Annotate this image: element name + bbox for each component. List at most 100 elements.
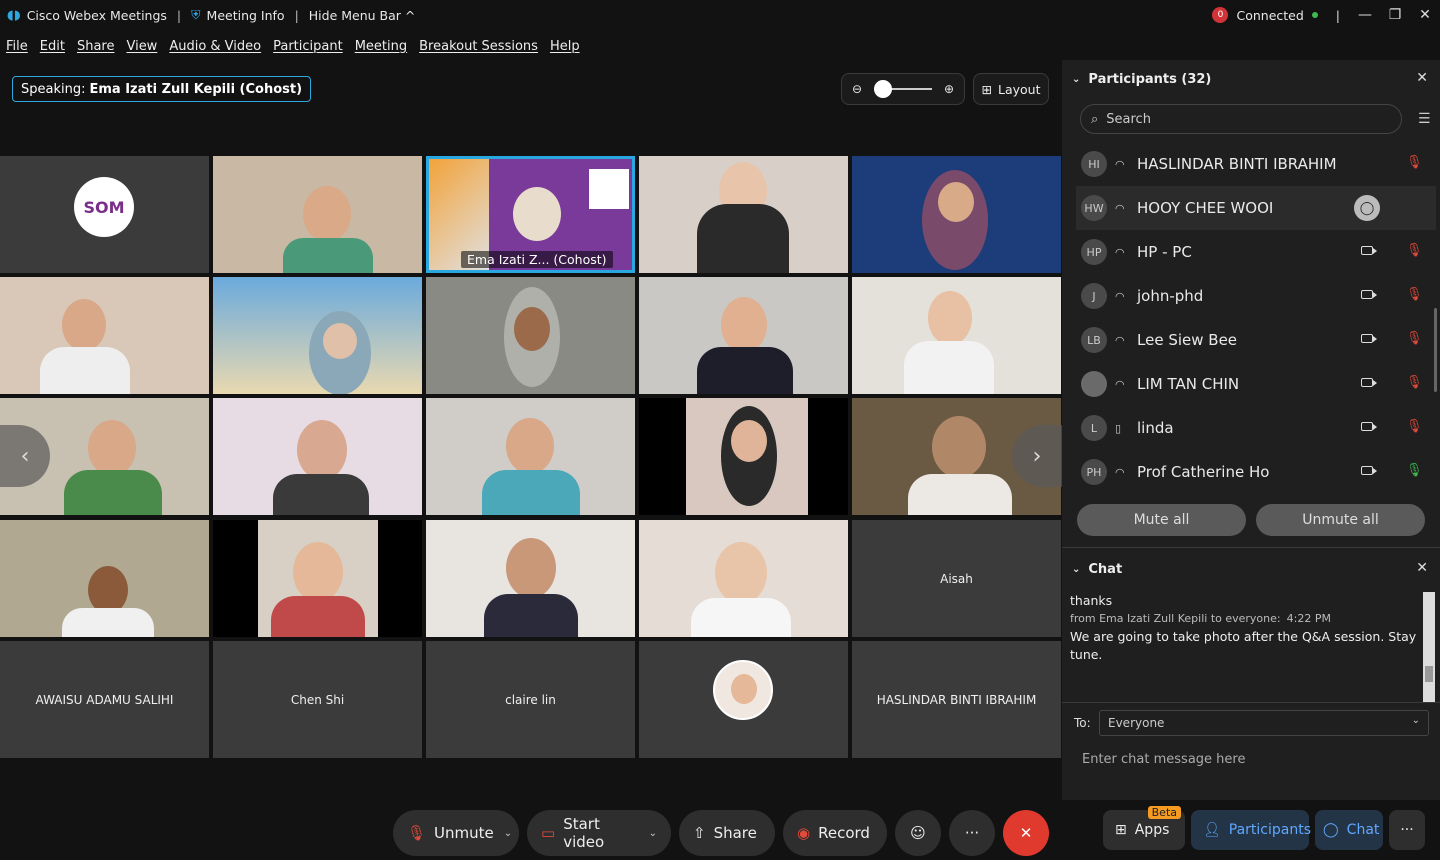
share-button[interactable]: ⇧ Share (679, 810, 775, 856)
chevron-down-icon[interactable]: ⌄ (504, 828, 512, 839)
zoom-slider[interactable] (873, 80, 932, 98)
name-tile[interactable]: AWAISU ADAMU SALIHI (0, 641, 209, 758)
recipient-select[interactable]: Everyone ⌄ (1099, 710, 1429, 736)
video-tile[interactable] (426, 520, 635, 637)
headset-icon: ◠ (1115, 245, 1125, 259)
menu-audio-video[interactable]: Audio & Video (169, 39, 261, 54)
participant-row[interactable]: HP ◠ HP - PC 🎙︎ (1076, 230, 1436, 274)
menu-help[interactable]: Help (550, 39, 580, 54)
share-icon: ⇧ (693, 824, 706, 842)
participant-list-scrollbar[interactable] (1434, 308, 1437, 392)
video-tile[interactable] (0, 520, 209, 637)
video-icon[interactable] (1361, 246, 1377, 255)
participant-row[interactable]: L ▯ linda 🎙︎ (1076, 406, 1436, 450)
video-tile-active-speaker[interactable]: Ema Izati Z... (Cohost) (426, 156, 635, 273)
search-icon: ⌕ (1091, 111, 1099, 127)
video-tile[interactable] (426, 277, 635, 394)
mic-on-icon[interactable]: 🎙︎ (1406, 463, 1423, 478)
name-tile[interactable]: Chen Shi (213, 641, 422, 758)
name-tile[interactable]: Aisah (852, 520, 1061, 637)
close-participants-icon[interactable]: ✕ (1416, 70, 1428, 86)
reactions-button[interactable]: ☺ (895, 810, 941, 856)
participant-row[interactable]: J ◠ john-phd 🎙︎ (1076, 274, 1436, 318)
mic-muted-icon[interactable]: 🎙︎ (1406, 375, 1423, 390)
connection-status: Connected (1236, 7, 1304, 23)
participants-header[interactable]: ⌄ Participants (32) (1072, 72, 1211, 87)
minimize-icon[interactable]: — (1350, 7, 1380, 23)
video-tile[interactable] (852, 277, 1061, 394)
chat-bubble-icon[interactable]: ◯ (1354, 195, 1380, 221)
zoom-out-icon[interactable]: ⊖ (852, 82, 862, 96)
participant-search[interactable]: ⌕ Search (1080, 104, 1402, 134)
more-panels-button[interactable]: ··· (1389, 810, 1425, 850)
chat-header[interactable]: ⌄ Chat (1072, 562, 1122, 577)
restore-icon[interactable]: ❐ (1380, 7, 1410, 23)
video-tile[interactable] (639, 277, 848, 394)
headset-icon: ◠ (1115, 201, 1125, 215)
layout-button[interactable]: ⊞ Layout (973, 73, 1049, 105)
participant-row[interactable]: HW ◠ HOOY CHEE WOOI ◯ (1076, 186, 1436, 230)
video-tile[interactable] (639, 156, 848, 273)
chat-input[interactable] (1082, 752, 1412, 767)
participant-row[interactable]: HI ◠ HASLINDAR BINTI IBRAHIM 🎙︎ (1076, 142, 1436, 186)
chevron-down-icon[interactable]: ⌄ (649, 828, 657, 839)
video-tile[interactable] (0, 277, 209, 394)
notification-badge[interactable]: 0 (1212, 7, 1229, 23)
participant-row[interactable]: LB ◠ Lee Siew Bee 🎙︎ (1076, 318, 1436, 362)
video-icon[interactable] (1361, 422, 1377, 431)
video-tile[interactable] (852, 156, 1061, 273)
participants-toggle-button[interactable]: 👤︎ Participants (1191, 810, 1311, 850)
avatar-tile[interactable] (639, 641, 848, 758)
leave-meeting-button[interactable]: ✕ (1003, 810, 1049, 856)
record-button[interactable]: ◉ Record (783, 810, 887, 856)
zoom-in-icon[interactable]: ⊕ (944, 82, 954, 96)
video-icon[interactable] (1361, 466, 1377, 475)
video-icon[interactable] (1361, 334, 1377, 343)
participant-row[interactable]: PH ◠ Prof Catherine Ho 🎙︎ (1076, 450, 1436, 494)
video-icon[interactable] (1361, 378, 1377, 387)
mute-all-button[interactable]: Mute all (1077, 504, 1246, 536)
close-chat-icon[interactable]: ✕ (1416, 560, 1428, 576)
mic-muted-icon[interactable]: 🎙︎ (1406, 243, 1423, 258)
menu-share[interactable]: Share (77, 39, 115, 54)
record-icon: ◉ (797, 824, 811, 842)
headset-icon: ◠ (1115, 289, 1125, 303)
video-tile[interactable] (639, 520, 848, 637)
mic-muted-icon[interactable]: 🎙︎ (1406, 419, 1423, 434)
name-tile[interactable]: HASLINDAR BINTI IBRAHIM (852, 641, 1061, 758)
meeting-info-link[interactable]: Meeting Info (207, 8, 285, 23)
mic-muted-icon[interactable]: 🎙︎ (1406, 155, 1423, 170)
video-tile[interactable] (213, 277, 422, 394)
menu-view[interactable]: View (126, 39, 157, 54)
menu-file[interactable]: File (6, 39, 28, 54)
video-tile[interactable] (213, 398, 422, 515)
mic-muted-icon[interactable]: 🎙︎ (1406, 287, 1423, 302)
zoom-slider-knob[interactable] (873, 80, 892, 98)
menu-breakout-sessions[interactable]: Breakout Sessions (419, 39, 538, 54)
apps-button[interactable]: ⊞ Apps Beta (1103, 806, 1185, 850)
mic-muted-icon[interactable]: 🎙︎ (1406, 331, 1423, 346)
menu-participant[interactable]: Participant (273, 39, 343, 54)
video-icon[interactable] (1361, 290, 1377, 299)
close-window-icon[interactable]: ✕ (1410, 7, 1440, 23)
more-options-button[interactable]: ··· (949, 810, 995, 856)
start-video-button[interactable]: ▭ Start video ⌄ (527, 810, 671, 856)
app-title: Cisco Webex Meetings (26, 7, 167, 23)
video-tile[interactable] (213, 156, 422, 273)
sort-icon[interactable]: ☰ (1418, 111, 1431, 127)
hide-menu-bar-button[interactable]: Hide Menu Bar ^ (309, 8, 416, 23)
menu-meeting[interactable]: Meeting (355, 39, 407, 54)
menu-edit[interactable]: Edit (40, 39, 65, 54)
video-tile[interactable] (213, 520, 422, 637)
participant-face (297, 420, 347, 480)
video-tile[interactable] (639, 398, 848, 515)
chat-toggle-button[interactable]: ◯ Chat (1315, 810, 1383, 850)
video-tile[interactable] (426, 398, 635, 515)
unmute-button[interactable]: 🎙︎ Unmute ⌄ (393, 810, 519, 856)
video-tile-logo[interactable]: SOM (0, 156, 209, 273)
unmute-all-button[interactable]: Unmute all (1256, 504, 1425, 536)
name-tile[interactable]: claire lin (426, 641, 635, 758)
participant-row[interactable]: ◠ LIM TAN CHIN 🎙︎ (1076, 362, 1436, 406)
chat-scrollbar[interactable] (1423, 592, 1435, 702)
meeting-controls: 🎙︎ Unmute ⌄ ▭ Start video ⌄ ⇧ Share ◉ Re… (393, 810, 1049, 856)
